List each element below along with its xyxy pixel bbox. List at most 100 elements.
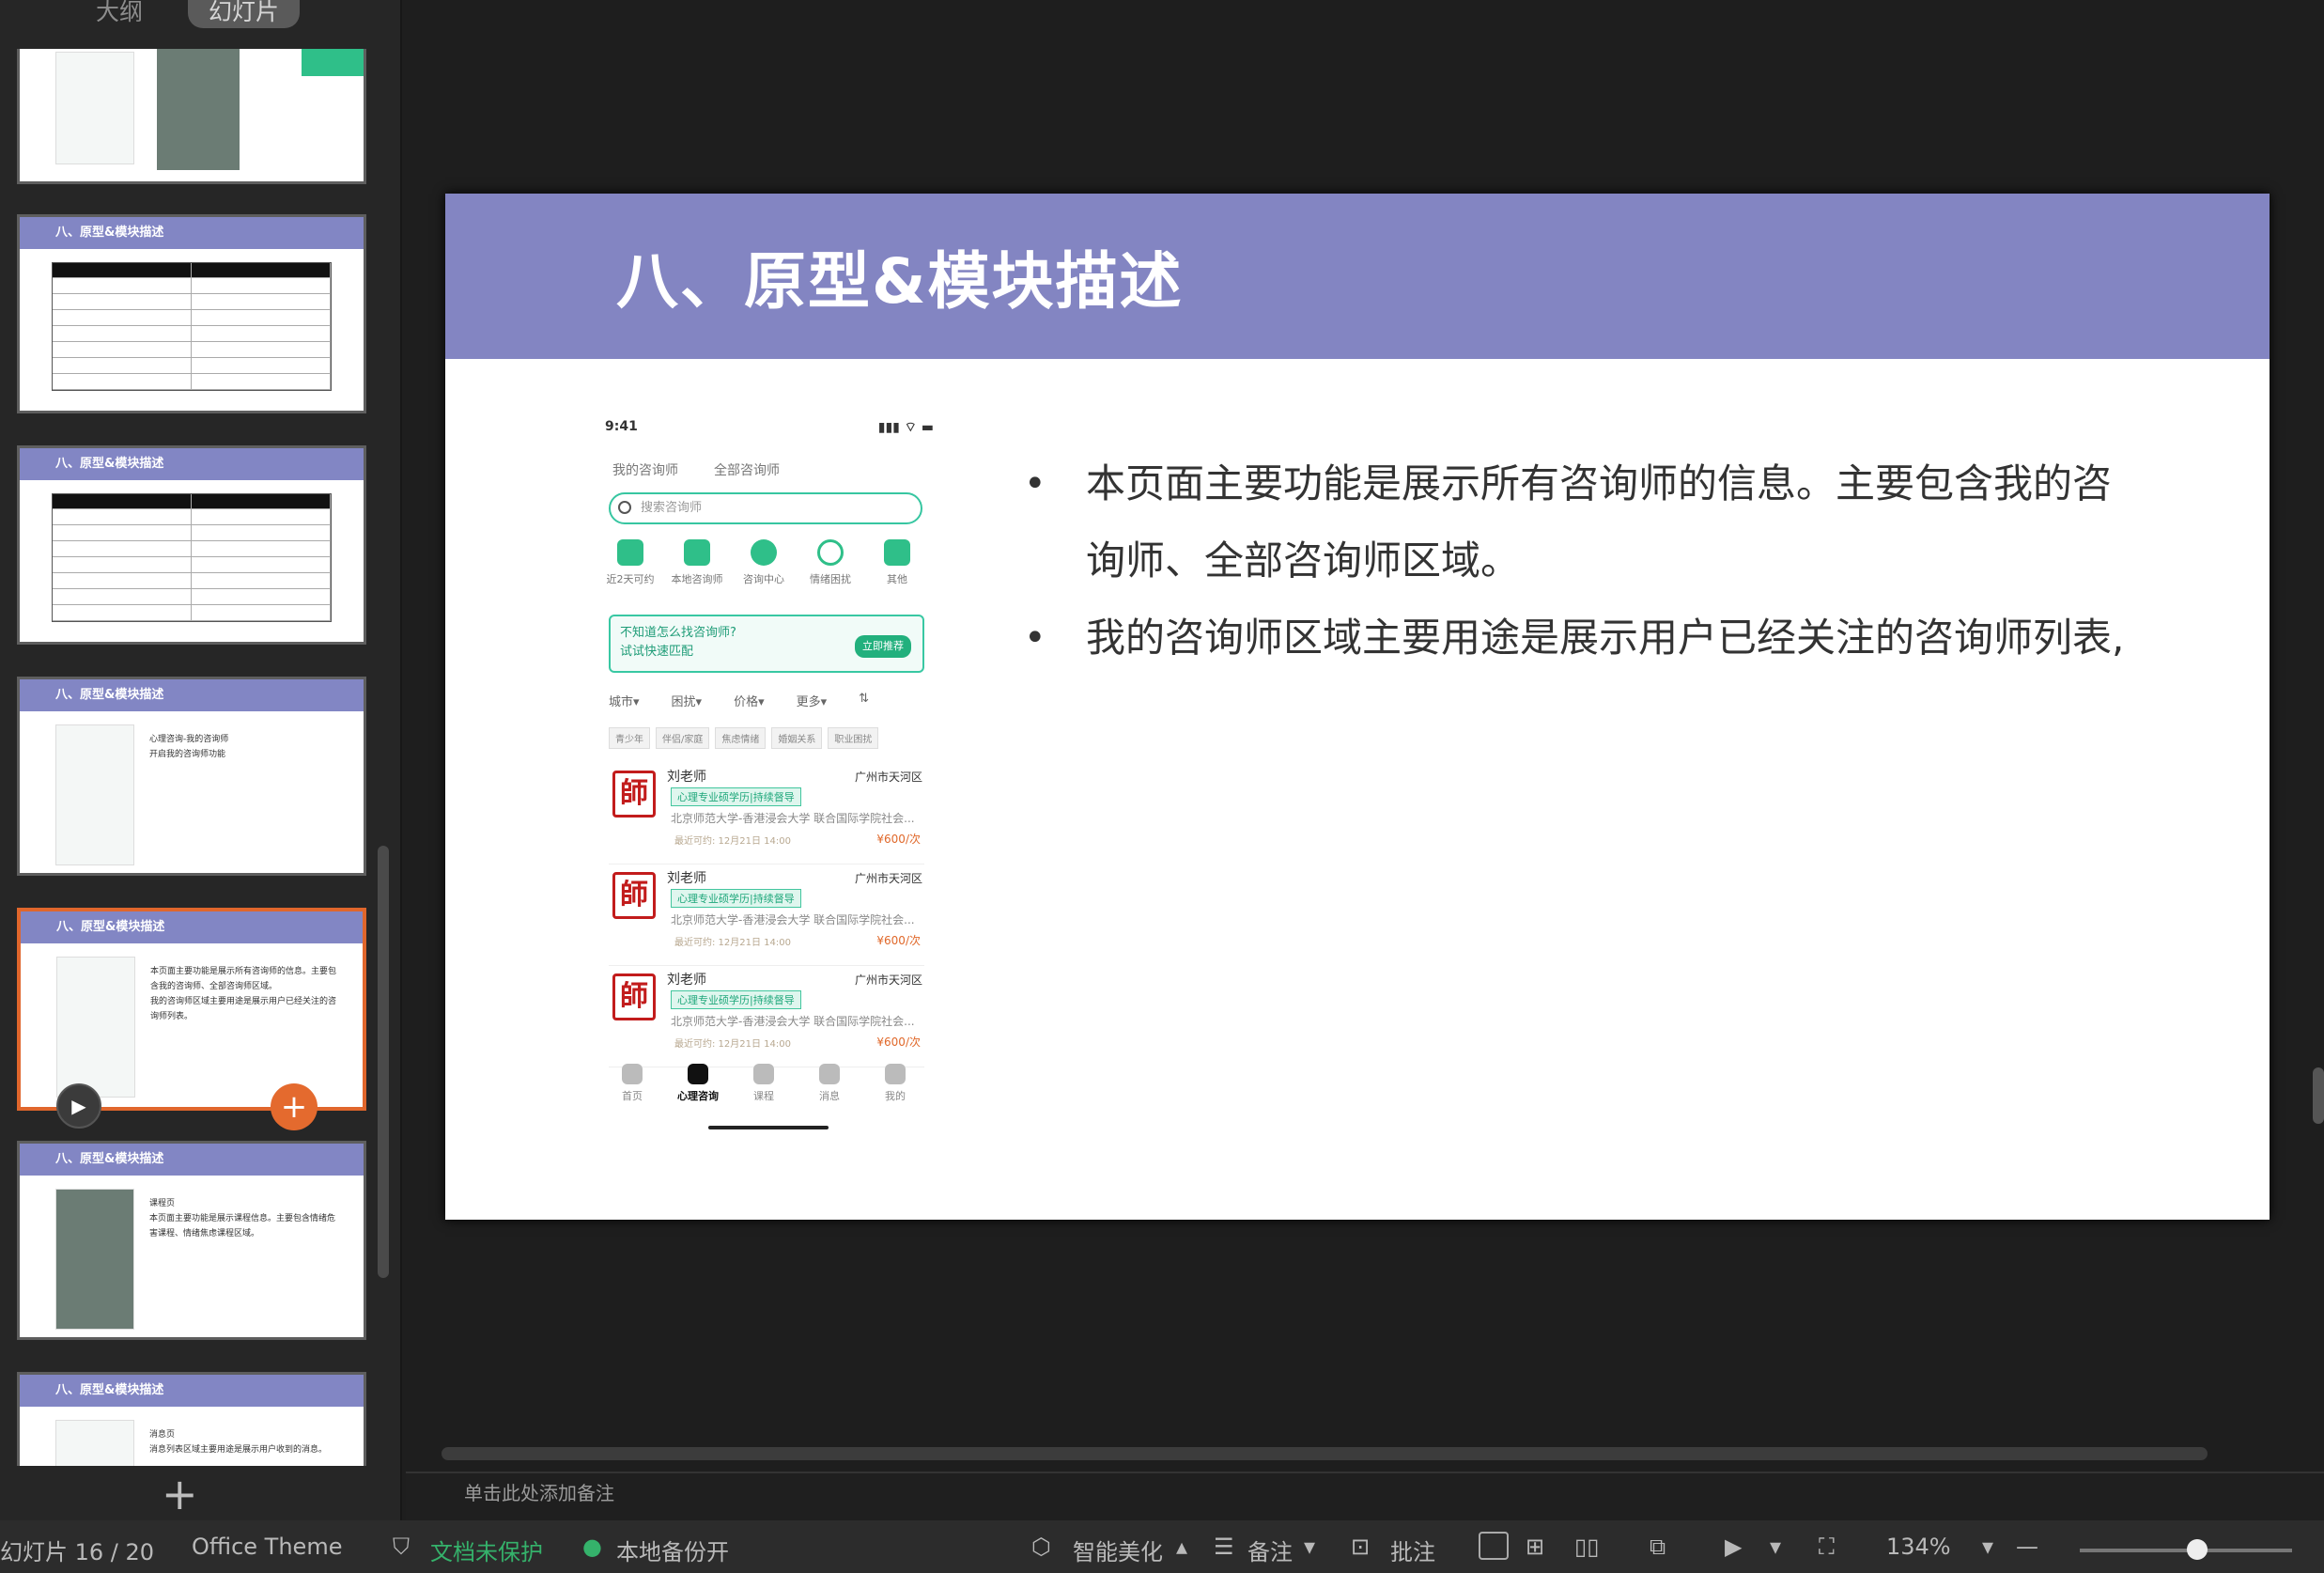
slide-thumbnail[interactable]: 八、原型&模块描述 <box>17 445 366 645</box>
thumbnail-title: 八、原型&模块描述 <box>20 1144 364 1176</box>
zoom-out-icon[interactable]: — <box>2016 1534 2038 1560</box>
tabbar-item: 心理咨询 <box>670 1064 726 1103</box>
zoom-slider[interactable] <box>2080 1549 2292 1552</box>
thumbnail-bullet: 本页面主要功能是展示课程信息。主要包含情绪危害课程、情绪焦虑课程区域。 <box>149 1214 336 1238</box>
slide-thumbnail[interactable] <box>17 49 366 184</box>
phone-preview <box>55 1420 134 1466</box>
slide-counter: 幻灯片 16 / 20 <box>0 1539 155 1565</box>
category-item: 情绪困扰 <box>799 539 861 586</box>
category-item: 咨询中心 <box>733 539 795 586</box>
sort-icon: ⇅ <box>859 692 870 706</box>
app-window: 大纲 幻灯片 八、原型&模块描述 八、原型&模块描述 八、原型&模块描述 心理咨… <box>0 0 2324 1573</box>
thumbnail-scrollbar[interactable] <box>378 846 389 1278</box>
caret-up-icon: ▴ <box>1176 1534 1188 1560</box>
phone-tab: 全部咨询师 <box>714 463 780 478</box>
normal-view-icon[interactable] <box>1479 1532 1509 1560</box>
presenter-icon[interactable]: ⧉ <box>1650 1534 1666 1560</box>
cloud-icon <box>688 1064 708 1084</box>
category-item: 近2天可约 <box>599 539 661 586</box>
notes-pane[interactable] <box>406 1472 2324 1520</box>
phone-categories: 近2天可约 本地咨询师 咨询中心 情绪困扰 其他 <box>599 539 928 586</box>
zoom-slider-handle[interactable] <box>2187 1539 2208 1560</box>
thumbnail-bullet: 本页面主要功能是展示所有咨询师的信息。主要包含我的咨询师、全部咨询师区域。 <box>150 967 337 991</box>
tab-slides[interactable]: 幻灯片 <box>188 0 301 28</box>
signal-battery-icon: ▮▮▮ ⌔ ▬ <box>877 420 934 435</box>
category-label: 咨询中心 <box>743 573 784 585</box>
protect-status[interactable]: 文档未保护 <box>430 1534 543 1566</box>
theme-name[interactable]: Office Theme <box>192 1534 342 1560</box>
phone-status-bar: 9:41 ▮▮▮ ⌔ ▬ <box>605 419 934 436</box>
thumbnail-bullet: 消息页 <box>149 1430 176 1440</box>
category-label: 近2天可约 <box>606 573 655 585</box>
slide-thumbnail[interactable]: 八、原型&模块描述 <box>17 214 366 413</box>
thumbnail-title: 八、原型&模块描述 <box>20 448 364 480</box>
counselor-badge: 心理专业硕学历|持续督导 <box>671 787 801 806</box>
slide-bullet[interactable]: 我的咨询师区域主要用途是展示用户已经关注的咨询师列表, <box>1018 600 2146 677</box>
slide-bullet[interactable]: 本页面主要功能是展示所有咨询师的信息。主要包含我的咨询师、全部咨询师区域。 <box>1018 445 2146 600</box>
reading-view-icon[interactable]: ▯▯ <box>1574 1534 1599 1560</box>
image-preview <box>157 49 240 170</box>
recommend-button: 立即推荐 <box>855 635 911 658</box>
tabbar-label: 心理咨询 <box>677 1090 719 1102</box>
counselor-name: 刘老师 <box>667 973 706 988</box>
counselor-price: ¥600/次 <box>876 1036 921 1049</box>
mini-table <box>52 493 332 622</box>
person-icon <box>684 539 710 566</box>
status-bar: 幻灯片 16 / 20 Office Theme ⛉ 文档未保护 ● 本地备份开… <box>0 1520 2324 1573</box>
search-icon <box>618 501 631 514</box>
new-slide-button[interactable]: + <box>162 1472 198 1516</box>
thumbnail-title: 八、原型&模块描述 <box>20 1375 364 1407</box>
phone-preview <box>55 724 134 865</box>
notes-placeholder[interactable]: 单击此处添加备注 <box>464 1478 614 1505</box>
slide-bullets[interactable]: 本页面主要功能是展示所有咨询师的信息。主要包含我的咨询师、全部咨询师区域。 我的… <box>1018 445 2146 677</box>
play-options-icon[interactable]: ▾ <box>1770 1534 1781 1560</box>
canvas-horizontal-scrollbar[interactable] <box>442 1447 2208 1460</box>
filter-item: 价格▾ <box>734 695 765 709</box>
thumbnail-bullet: 开启我的咨询师功能 <box>149 750 226 759</box>
tag: 焦虑情绪 <box>715 727 767 749</box>
comment-icon: ⊡ <box>1351 1534 1371 1560</box>
tabbar-label: 消息 <box>819 1090 840 1102</box>
notes-button[interactable]: 备注 <box>1247 1534 1293 1566</box>
thumbnail-title: 八、原型&模块描述 <box>20 217 364 249</box>
counselor-location: 广州市天河区 <box>854 872 922 885</box>
canvas-vertical-scrollbar[interactable] <box>2313 1067 2324 1124</box>
thumbnail-bullet: 消息列表区域主要用途是展示用户收到的消息。 <box>149 1445 328 1455</box>
grid-view-icon[interactable]: ⊞ <box>1526 1534 1544 1560</box>
play-slide-button[interactable]: ▶ <box>56 1083 101 1129</box>
backup-status[interactable]: 本地备份开 <box>616 1534 729 1566</box>
message-icon <box>819 1064 840 1084</box>
slide-thumbnail[interactable]: 八、原型&模块描述 心理咨询-我的咨询师 开启我的咨询师功能 <box>17 677 366 876</box>
zoom-dropdown-icon[interactable]: ▾ <box>1982 1534 1993 1560</box>
filter-item: 城市▾ <box>609 695 640 709</box>
caret-down-icon: ▾ <box>1304 1534 1316 1560</box>
comment-button[interactable]: 批注 <box>1390 1534 1435 1566</box>
slide-thumbnail-current[interactable]: 八、原型&模块描述 本页面主要功能是展示所有咨询师的信息。主要包含我的咨询师、全… <box>17 908 366 1111</box>
thumbnail-title: 八、原型&模块描述 <box>20 679 364 711</box>
thumbnail-bullet: 我的咨询师区域主要用途是展示用户已经关注的咨询师列表。 <box>150 997 337 1021</box>
phone-filters: 城市▾ 困扰▾ 价格▾ 更多▾ ⇅ <box>609 692 924 709</box>
phone-mockup[interactable]: 9:41 ▮▮▮ ⌔ ▬ 我的咨询师 全部咨询师 搜索咨询师 近2天可约 本地咨… <box>599 406 947 1129</box>
calendar-icon <box>617 539 643 566</box>
phone-tabs: 我的咨询师 全部咨询师 <box>612 460 780 479</box>
insert-slide-button[interactable]: + <box>271 1083 318 1130</box>
counselor-school: 北京师范大学-香港浸会大学 联合国际学院社会... <box>671 1015 915 1028</box>
tab-outline[interactable]: 大纲 <box>75 0 163 28</box>
slide-thumbnail[interactable]: 八、原型&模块描述 消息页 消息列表区域主要用途是展示用户收到的消息。 <box>17 1372 366 1466</box>
tag: 伴侣/家庭 <box>656 727 710 749</box>
tag: 婚姻关系 <box>771 727 823 749</box>
slide-canvas[interactable]: 八、原型&模块描述 9:41 ▮▮▮ ⌔ ▬ 我的咨询师 全部咨询师 搜索咨询师… <box>445 194 2270 1220</box>
zoom-value[interactable]: 134% <box>1886 1534 1951 1560</box>
play-icon[interactable]: ▶ <box>1725 1534 1742 1560</box>
tabbar-item: 消息 <box>801 1064 858 1103</box>
counselor-location: 广州市天河区 <box>854 771 922 784</box>
home-icon <box>622 1064 643 1084</box>
search-placeholder: 搜索咨询师 <box>641 501 703 515</box>
slide-title[interactable]: 八、原型&模块描述 <box>616 231 1184 321</box>
course-icon <box>753 1064 774 1084</box>
beautify-button[interactable]: 智能美化 <box>1073 1534 1163 1566</box>
slide-thumbnail[interactable]: 八、原型&模块描述 课程页 本页面主要功能是展示课程信息。主要包含情绪危害课程、… <box>17 1141 366 1340</box>
slide-panel: 大纲 幻灯片 八、原型&模块描述 八、原型&模块描述 八、原型&模块描述 心理咨… <box>0 0 402 1520</box>
briefcase-icon <box>884 539 910 566</box>
fit-window-icon[interactable]: ⛶ <box>1819 1534 1835 1560</box>
